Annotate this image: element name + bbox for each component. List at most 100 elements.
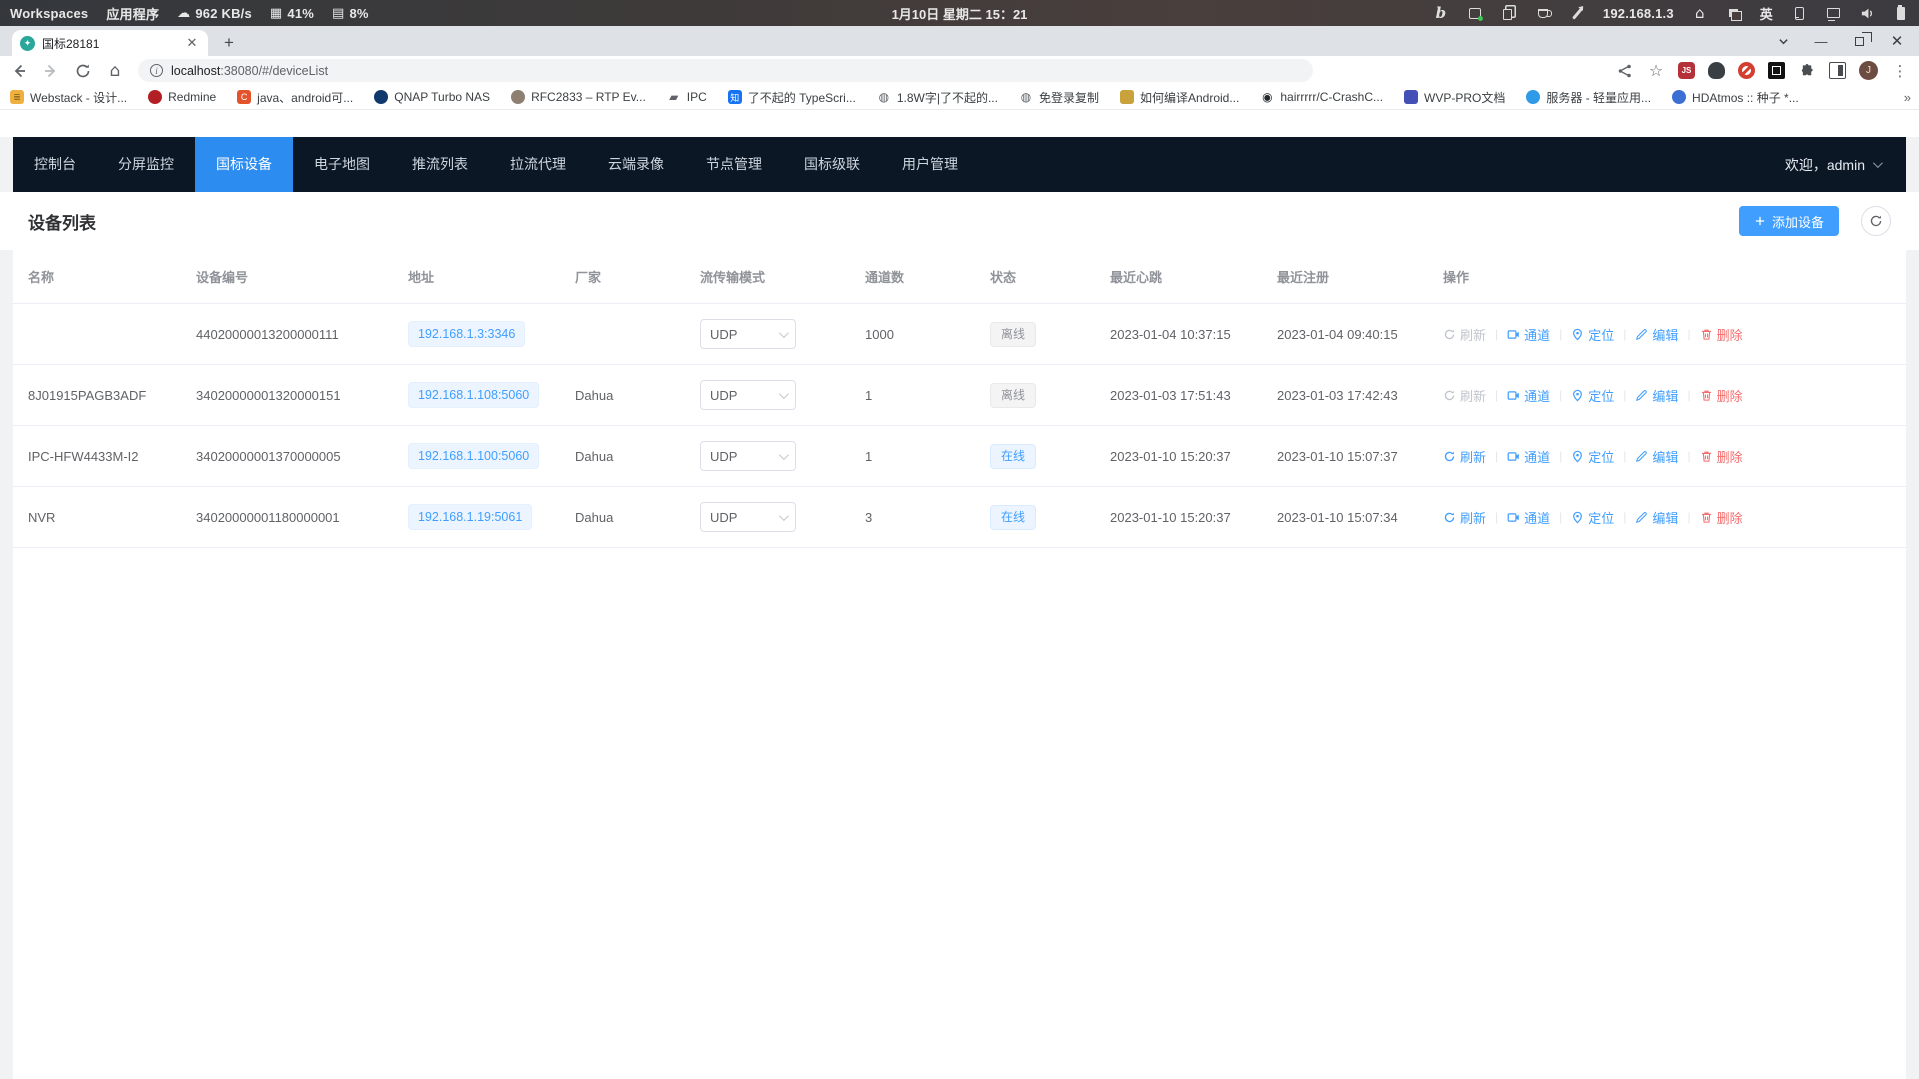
clipboard-tray-icon[interactable]	[1501, 5, 1517, 21]
tab-close-icon[interactable]: ✕	[184, 35, 200, 51]
locate-action[interactable]: 定位	[1571, 386, 1614, 405]
nav-item-7[interactable]: 云端录像	[587, 137, 685, 192]
delete-action[interactable]: 删除	[1700, 508, 1743, 527]
applications-menu[interactable]: 应用程序	[106, 4, 159, 23]
nav-item-5[interactable]: 推流列表	[391, 137, 489, 192]
nav-item-3[interactable]: 国标设备	[195, 137, 293, 192]
new-tab-button[interactable]: +	[216, 30, 242, 56]
action-divider: |	[1495, 510, 1498, 524]
bookmark-item[interactable]: ◉hairrrrr/C-CrashC...	[1260, 90, 1383, 104]
bookmarks-overflow-icon[interactable]: »	[1904, 90, 1909, 105]
stream-mode-select[interactable]: UDP	[700, 319, 796, 349]
edit-action[interactable]: 编辑	[1635, 325, 1678, 344]
delete-action[interactable]: 删除	[1700, 386, 1743, 405]
bookmark-item[interactable]: Redmine	[148, 90, 216, 104]
home-tray-icon[interactable]: ⌂	[1692, 5, 1708, 21]
stream-mode-select[interactable]: UDP	[700, 380, 796, 410]
bookmark-item[interactable]: ≣Webstack - 设计...	[10, 89, 127, 106]
close-window-button[interactable]: ✕	[1889, 33, 1905, 49]
input-method-indicator[interactable]: 英	[1760, 4, 1773, 23]
bookmark-item[interactable]: WVP-PRO文档	[1404, 89, 1505, 106]
channel-action[interactable]: 通道	[1507, 386, 1550, 405]
workspaces-button[interactable]: Workspaces	[10, 6, 88, 21]
refresh-action[interactable]: 刷新	[1443, 508, 1486, 527]
refresh-action[interactable]: 刷新	[1443, 447, 1486, 466]
bookmark-star-icon[interactable]: ☆	[1647, 62, 1665, 80]
side-panel-icon[interactable]	[1829, 62, 1846, 79]
nav-item-1[interactable]: 控制台	[13, 137, 97, 192]
nav-item-2[interactable]: 分屏监控	[97, 137, 195, 192]
nav-item-9[interactable]: 国标级联	[783, 137, 881, 192]
battery-tray-icon[interactable]	[1893, 5, 1909, 21]
nav-item-10[interactable]: 用户管理	[881, 137, 979, 192]
bookmark-item[interactable]: ▰IPC	[667, 90, 707, 104]
nav-item-6[interactable]: 拉流代理	[489, 137, 587, 192]
channel-action[interactable]: 通道	[1507, 325, 1550, 344]
address-chip[interactable]: 192.168.1.100:5060	[408, 443, 539, 469]
site-info-icon[interactable]: i	[150, 64, 163, 77]
address-chip[interactable]: 192.168.1.3:3346	[408, 321, 525, 347]
bookmark-item[interactable]: HDAtmos :: 种子 *...	[1672, 89, 1799, 106]
edit-action[interactable]: 编辑	[1635, 508, 1678, 527]
home-icon[interactable]: ⌂	[106, 62, 124, 80]
ip-address-label[interactable]: 192.168.1.3	[1603, 6, 1674, 21]
restore-button[interactable]	[1851, 33, 1867, 49]
edit-action[interactable]: 编辑	[1635, 447, 1678, 466]
extensions-puzzle-icon[interactable]	[1798, 62, 1816, 80]
edit-action[interactable]: 编辑	[1635, 386, 1678, 405]
delete-action[interactable]: 删除	[1700, 447, 1743, 466]
bookmark-label: 1.8W字|了不起的...	[897, 89, 998, 106]
caffeine-tray-icon[interactable]	[1535, 5, 1551, 21]
reload-icon[interactable]	[74, 62, 92, 80]
browser-tab[interactable]: ✦ 国标28181 ✕	[12, 30, 208, 56]
color-picker-tray-icon[interactable]	[1569, 5, 1585, 21]
refresh-list-button[interactable]	[1861, 206, 1891, 236]
share-icon[interactable]	[1616, 62, 1634, 80]
stream-mode-select[interactable]: UDP	[700, 502, 796, 532]
clock-label[interactable]: 1月10日 星期二 15：21	[892, 4, 1028, 23]
minimize-button[interactable]: —	[1813, 33, 1829, 49]
phone-link-tray-icon[interactable]	[1791, 5, 1807, 21]
bookmark-item[interactable]: ◍免登录复制	[1019, 89, 1099, 106]
bookmark-item[interactable]: 服务器 - 轻量应用...	[1526, 89, 1651, 106]
column-header: 最近注册	[1262, 267, 1428, 286]
display-tray-icon[interactable]	[1825, 5, 1841, 21]
add-device-button[interactable]: 添加设备	[1739, 206, 1839, 236]
profile-avatar[interactable]: J	[1859, 61, 1878, 80]
channel-action[interactable]: 通道	[1507, 447, 1550, 466]
bookmark-item[interactable]: ◍1.8W字|了不起的...	[877, 89, 998, 106]
tab-search-chevron-icon[interactable]	[1775, 33, 1791, 49]
locate-action[interactable]: 定位	[1571, 508, 1614, 527]
channel-action[interactable]: 通道	[1507, 508, 1550, 527]
ext-screenshot-icon[interactable]	[1768, 62, 1785, 79]
ext-mask-icon[interactable]	[1708, 62, 1725, 79]
plus-icon	[1754, 215, 1766, 227]
screenshot-tray-icon[interactable]	[1467, 5, 1483, 21]
address-chip[interactable]: 192.168.1.19:5061	[408, 504, 532, 530]
address-chip[interactable]: 192.168.1.108:5060	[408, 382, 539, 408]
ext-js-icon[interactable]: JS	[1678, 62, 1695, 79]
delete-action[interactable]: 删除	[1700, 325, 1743, 344]
bing-tray-icon[interactable]: b	[1433, 5, 1449, 21]
nav-item-8[interactable]: 节点管理	[685, 137, 783, 192]
bookmark-item[interactable]: 知了不起的 TypeScri...	[728, 89, 856, 106]
locate-action[interactable]: 定位	[1571, 447, 1614, 466]
nav-item-4[interactable]: 电子地图	[293, 137, 391, 192]
window-switcher-tray-icon[interactable]	[1726, 5, 1742, 21]
menu-dots-icon[interactable]: ⋮	[1891, 62, 1909, 80]
back-icon[interactable]	[10, 62, 28, 80]
bookmark-item[interactable]: QNAP Turbo NAS	[374, 90, 490, 104]
zhihu-icon: 知	[728, 90, 742, 104]
locate-action[interactable]: 定位	[1571, 325, 1614, 344]
bookmark-item[interactable]: RFC2833 – RTP Ev...	[511, 90, 646, 104]
qnap-icon	[374, 90, 388, 104]
forward-icon[interactable]	[42, 62, 60, 80]
bookmark-item[interactable]: 如何编译Android...	[1120, 89, 1239, 106]
ext-blocker-icon[interactable]	[1738, 62, 1755, 79]
bookmark-item[interactable]: Cjava、android可...	[237, 89, 353, 106]
browser-toolbar: ⌂ i localhost:38080/#/deviceList ☆ JS J …	[0, 56, 1919, 85]
address-bar[interactable]: i localhost:38080/#/deviceList	[138, 59, 1313, 82]
volume-tray-icon[interactable]	[1859, 5, 1875, 21]
user-menu[interactable]: 欢迎，admin	[1785, 155, 1906, 175]
stream-mode-select[interactable]: UDP	[700, 441, 796, 471]
